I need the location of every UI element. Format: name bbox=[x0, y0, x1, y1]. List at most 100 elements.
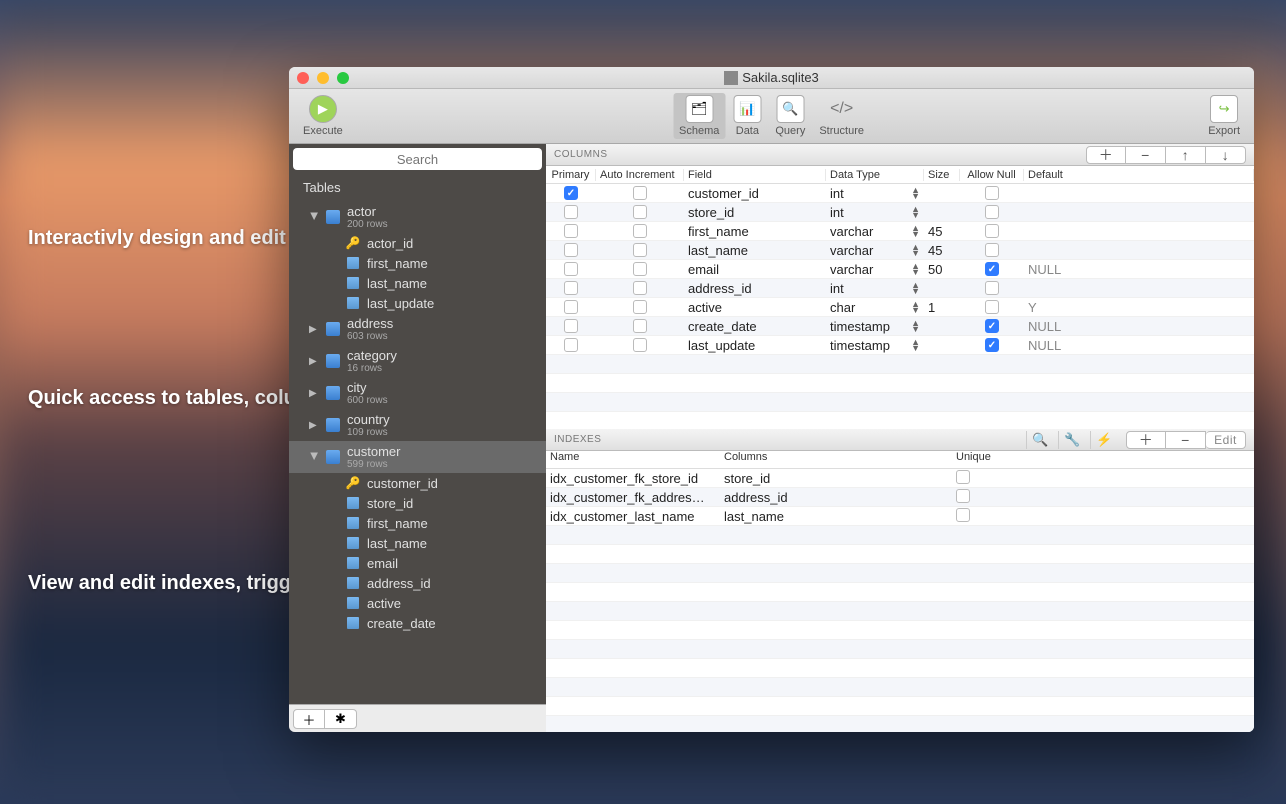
move-down-button[interactable]: ↓ bbox=[1206, 146, 1246, 164]
sidebar-column-address_id[interactable]: address_id bbox=[289, 573, 546, 593]
index-row[interactable]: idx_customer_last_name last_name bbox=[546, 507, 1254, 526]
add-index-button[interactable]: ＋ bbox=[1126, 431, 1166, 449]
field-cell[interactable]: create_date bbox=[684, 319, 826, 334]
stepper-icon[interactable]: ▲▼ bbox=[911, 263, 920, 275]
allownull-checkbox[interactable] bbox=[985, 224, 999, 238]
stepper-icon[interactable]: ▲▼ bbox=[911, 206, 920, 218]
index-columns-cell[interactable]: address_id bbox=[720, 490, 952, 505]
disclosure-arrow-icon[interactable]: ▶ bbox=[309, 388, 319, 399]
primary-checkbox[interactable] bbox=[564, 243, 578, 257]
disclosure-arrow-icon[interactable]: ▶ bbox=[309, 452, 320, 462]
field-cell[interactable]: store_id bbox=[684, 205, 826, 220]
default-cell[interactable]: Y bbox=[1024, 300, 1254, 315]
allownull-checkbox[interactable] bbox=[985, 338, 999, 352]
column-row[interactable]: create_date timestamp▲▼ NULL bbox=[546, 317, 1254, 336]
index-columns-cell[interactable]: store_id bbox=[720, 471, 952, 486]
primary-checkbox[interactable] bbox=[564, 338, 578, 352]
unique-checkbox[interactable] bbox=[956, 508, 970, 522]
field-cell[interactable]: last_update bbox=[684, 338, 826, 353]
index-row[interactable]: idx_customer_fk_store_id store_id bbox=[546, 469, 1254, 488]
field-cell[interactable]: last_name bbox=[684, 243, 826, 258]
column-row[interactable]: customer_id int▲▼ bbox=[546, 184, 1254, 203]
primary-checkbox[interactable] bbox=[564, 281, 578, 295]
sidebar-table-actor[interactable]: ▶ actor200 rows bbox=[289, 201, 546, 233]
titlebar[interactable]: Sakila.sqlite3 bbox=[289, 67, 1254, 89]
allownull-checkbox[interactable] bbox=[985, 262, 999, 276]
column-row[interactable]: store_id int▲▼ bbox=[546, 203, 1254, 222]
field-cell[interactable]: customer_id bbox=[684, 186, 826, 201]
size-cell[interactable]: 45 bbox=[924, 243, 960, 258]
index-row[interactable]: idx_customer_fk_addres… address_id bbox=[546, 488, 1254, 507]
stepper-icon[interactable]: ▲▼ bbox=[911, 282, 920, 294]
datatype-cell[interactable]: int▲▼ bbox=[826, 186, 924, 201]
default-cell[interactable]: NULL bbox=[1024, 262, 1254, 277]
column-row[interactable]: email varchar▲▼ 50 NULL bbox=[546, 260, 1254, 279]
allownull-checkbox[interactable] bbox=[985, 281, 999, 295]
primary-checkbox[interactable] bbox=[564, 319, 578, 333]
index-search-button[interactable]: 🔍 bbox=[1026, 431, 1054, 449]
index-name-cell[interactable]: idx_customer_last_name bbox=[546, 509, 720, 524]
datatype-cell[interactable]: varchar▲▼ bbox=[826, 243, 924, 258]
autoinc-checkbox[interactable] bbox=[633, 300, 647, 314]
remove-index-button[interactable]: − bbox=[1166, 431, 1206, 449]
data-tab[interactable]: 📊 Data bbox=[727, 93, 767, 139]
query-tab[interactable]: 🔍 Query bbox=[769, 93, 811, 139]
stepper-icon[interactable]: ▲▼ bbox=[911, 225, 920, 237]
structure-tab[interactable]: </> Structure bbox=[813, 93, 870, 139]
stepper-icon[interactable]: ▲▼ bbox=[911, 320, 920, 332]
default-cell[interactable]: NULL bbox=[1024, 338, 1254, 353]
export-button[interactable]: ↪ Export bbox=[1202, 93, 1246, 139]
sidebar-column-actor_id[interactable]: 🔑actor_id bbox=[289, 233, 546, 253]
default-cell[interactable]: NULL bbox=[1024, 319, 1254, 334]
field-cell[interactable]: address_id bbox=[684, 281, 826, 296]
index-name-cell[interactable]: idx_customer_fk_store_id bbox=[546, 471, 720, 486]
add-column-button[interactable]: ＋ bbox=[1086, 146, 1126, 164]
allownull-checkbox[interactable] bbox=[985, 243, 999, 257]
add-table-button[interactable]: ＋ bbox=[293, 709, 325, 729]
datatype-cell[interactable]: char▲▼ bbox=[826, 300, 924, 315]
settings-button[interactable]: ✱ bbox=[325, 709, 357, 729]
column-row[interactable]: address_id int▲▼ bbox=[546, 279, 1254, 298]
sidebar-table-country[interactable]: ▶ country109 rows bbox=[289, 409, 546, 441]
autoinc-checkbox[interactable] bbox=[633, 205, 647, 219]
unique-checkbox[interactable] bbox=[956, 489, 970, 503]
disclosure-arrow-icon[interactable]: ▶ bbox=[309, 420, 319, 431]
autoinc-checkbox[interactable] bbox=[633, 319, 647, 333]
sidebar-column-customer_id[interactable]: 🔑customer_id bbox=[289, 473, 546, 493]
sidebar-table-category[interactable]: ▶ category16 rows bbox=[289, 345, 546, 377]
column-row[interactable]: active char▲▼ 1 Y bbox=[546, 298, 1254, 317]
stepper-icon[interactable]: ▲▼ bbox=[911, 244, 920, 256]
size-cell[interactable]: 1 bbox=[924, 300, 960, 315]
sidebar-column-first_name[interactable]: first_name bbox=[289, 513, 546, 533]
allownull-checkbox[interactable] bbox=[985, 186, 999, 200]
autoinc-checkbox[interactable] bbox=[633, 338, 647, 352]
primary-checkbox[interactable] bbox=[564, 224, 578, 238]
execute-button[interactable]: ▶ Execute bbox=[297, 93, 349, 139]
autoinc-checkbox[interactable] bbox=[633, 281, 647, 295]
datatype-cell[interactable]: int▲▼ bbox=[826, 281, 924, 296]
sidebar-column-first_name[interactable]: first_name bbox=[289, 253, 546, 273]
sidebar-column-store_id[interactable]: store_id bbox=[289, 493, 546, 513]
schema-tab[interactable]: 🗂 Schema bbox=[673, 93, 725, 139]
index-columns-cell[interactable]: last_name bbox=[720, 509, 952, 524]
field-cell[interactable]: first_name bbox=[684, 224, 826, 239]
field-cell[interactable]: email bbox=[684, 262, 826, 277]
index-name-cell[interactable]: idx_customer_fk_addres… bbox=[546, 490, 720, 505]
size-cell[interactable]: 45 bbox=[924, 224, 960, 239]
sidebar-column-last_update[interactable]: last_update bbox=[289, 293, 546, 313]
sidebar-table-customer[interactable]: ▶ customer599 rows bbox=[289, 441, 546, 473]
allownull-checkbox[interactable] bbox=[985, 300, 999, 314]
datatype-cell[interactable]: varchar▲▼ bbox=[826, 262, 924, 277]
column-row[interactable]: last_name varchar▲▼ 45 bbox=[546, 241, 1254, 260]
index-bolt-button[interactable]: ⚡ bbox=[1090, 431, 1118, 449]
column-row[interactable]: first_name varchar▲▼ 45 bbox=[546, 222, 1254, 241]
search-input[interactable] bbox=[293, 148, 542, 170]
edit-index-button[interactable]: Edit bbox=[1206, 431, 1246, 449]
stepper-icon[interactable]: ▲▼ bbox=[911, 339, 920, 351]
datatype-cell[interactable]: varchar▲▼ bbox=[826, 224, 924, 239]
index-wrench-button[interactable]: 🔧 bbox=[1058, 431, 1086, 449]
datatype-cell[interactable]: timestamp▲▼ bbox=[826, 338, 924, 353]
datatype-cell[interactable]: int▲▼ bbox=[826, 205, 924, 220]
move-up-button[interactable]: ↑ bbox=[1166, 146, 1206, 164]
sidebar-column-last_name[interactable]: last_name bbox=[289, 273, 546, 293]
